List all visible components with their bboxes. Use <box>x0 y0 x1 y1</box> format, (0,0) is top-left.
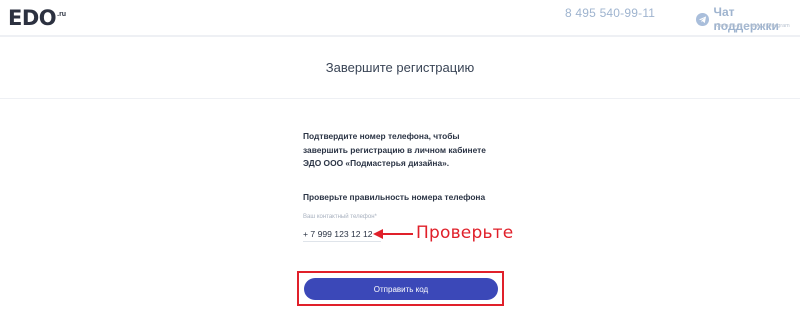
edo-logo[interactable]: EDO .ru <box>8 7 66 29</box>
check-phone-heading: Проверьте правильность номера телефона <box>303 192 486 202</box>
logo-text: EDO <box>8 6 57 30</box>
send-code-button[interactable]: Отправить код <box>304 278 498 300</box>
top-bar: EDO .ru 8 495 540-99-11 Чат поддержки Св… <box>0 0 800 37</box>
annotation-arrow-icon <box>373 229 413 239</box>
support-phone[interactable]: 8 495 540-99-11 <box>565 6 655 20</box>
annotation-label: Проверьте <box>416 223 514 243</box>
intro-line: завершить регистрацию в личном кабинете <box>303 144 486 155</box>
phone-field-label: Ваш контактный телефон* <box>303 214 377 220</box>
telegram-icon <box>696 12 709 26</box>
support-subtitle: Связаться с нами в Telegram <box>716 23 790 29</box>
phone-field[interactable] <box>303 226 381 242</box>
intro-line: ЭДО ООО «Подмастерья дизайна». <box>303 158 450 168</box>
logo-suffix: .ru <box>57 11 67 18</box>
page-title: Завершите регистрацию <box>325 60 475 75</box>
intro-text: Подтвердите номер телефона, чтобы заверш… <box>303 130 523 171</box>
intro-line: Подтвердите номер телефона, чтобы <box>303 131 460 141</box>
